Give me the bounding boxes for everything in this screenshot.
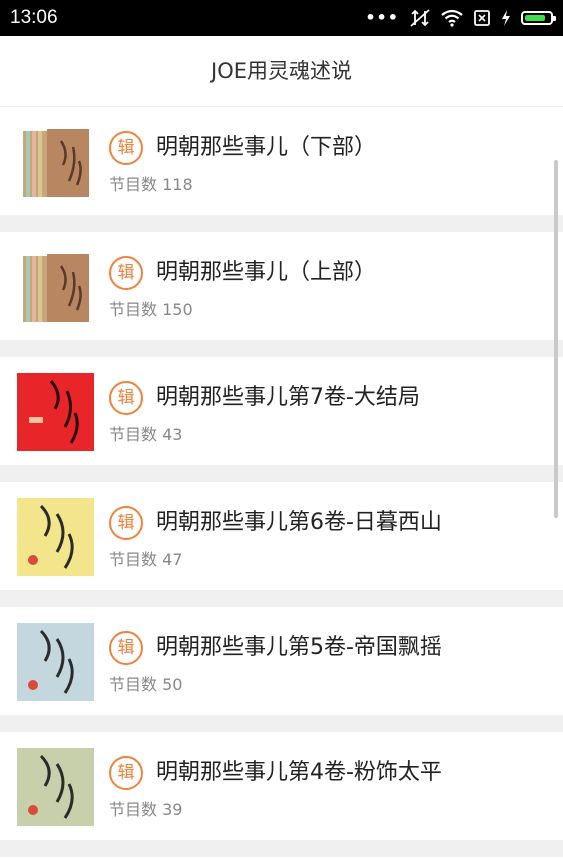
episode-count-value: 43 bbox=[162, 425, 183, 444]
album-cover bbox=[17, 373, 94, 451]
episode-count-value: 47 bbox=[162, 550, 183, 569]
episode-count: 节目数 39 bbox=[109, 799, 182, 821]
scrollbar[interactable] bbox=[554, 160, 558, 518]
album-cover bbox=[17, 498, 94, 576]
album-title: 明朝那些事儿第6卷-日暮西山 bbox=[156, 510, 442, 535]
album-badge-icon: 辑 bbox=[109, 256, 143, 290]
episode-count-value: 118 bbox=[162, 175, 193, 194]
status-icons: ••• bbox=[365, 7, 556, 29]
episode-count-label: 节目数 bbox=[109, 300, 158, 319]
album-title: 明朝那些事儿（下部） bbox=[156, 135, 377, 160]
sim-icon bbox=[474, 10, 490, 26]
battery-fill bbox=[525, 15, 545, 21]
episode-count-label: 节目数 bbox=[109, 800, 158, 819]
episode-count-value: 39 bbox=[162, 800, 183, 819]
episode-count: 节目数 43 bbox=[109, 424, 182, 446]
battery-icon bbox=[521, 11, 556, 25]
album-item[interactable]: 辑明朝那些事儿（上部） 节目数 150 bbox=[0, 232, 563, 357]
album-title: 明朝那些事儿第5卷-帝国飘摇 bbox=[156, 635, 442, 660]
album-badge-icon: 辑 bbox=[109, 506, 143, 540]
episode-count-value: 150 bbox=[162, 300, 193, 319]
episode-count-value: 50 bbox=[162, 675, 183, 694]
episode-count-label: 节目数 bbox=[109, 550, 158, 569]
album-item[interactable]: 辑明朝那些事儿第7卷-大结局节目数 43 bbox=[0, 357, 563, 482]
album-title: 明朝那些事儿第7卷-大结局 bbox=[156, 385, 420, 410]
album-item[interactable]: 辑明朝那些事儿（下部） 节目数 118 bbox=[0, 107, 563, 232]
album-item[interactable]: 辑明朝那些事儿第5卷-帝国飘摇节目数 50 bbox=[0, 607, 563, 732]
album-cover bbox=[17, 123, 94, 201]
charging-icon bbox=[502, 10, 510, 26]
episode-count: 节目数 150 bbox=[109, 299, 193, 321]
album-title: 明朝那些事儿第4卷-粉饰太平 bbox=[156, 760, 442, 785]
episode-count: 节目数 47 bbox=[109, 549, 182, 571]
album-list: 辑明朝那些事儿（下部） 节目数 118 辑明朝那些事儿（上部） 节目数 150 辑明朝那… bbox=[0, 107, 563, 857]
album-item[interactable]: 辑明朝那些事儿第6卷-日暮西山节目数 47 bbox=[0, 482, 563, 607]
album-cover bbox=[17, 623, 94, 701]
album-title: 明朝那些事儿（上部） bbox=[156, 260, 377, 285]
wifi-icon bbox=[441, 9, 463, 27]
episode-count-label: 节目数 bbox=[109, 425, 158, 444]
album-cover bbox=[17, 748, 94, 826]
album-badge-icon: 辑 bbox=[109, 631, 143, 665]
app-header: JOE用灵魂述说 bbox=[0, 36, 563, 107]
album-item[interactable]: 辑明朝那些事儿第4卷-粉饰太平节目数 39 bbox=[0, 732, 563, 857]
album-badge-icon: 辑 bbox=[109, 131, 143, 165]
album-badge-icon: 辑 bbox=[109, 756, 143, 790]
more-dots-icon: ••• bbox=[365, 8, 399, 27]
page-title: JOE用灵魂述说 bbox=[211, 59, 352, 83]
episode-count: 节目数 118 bbox=[109, 174, 193, 196]
status-time: 13:06 bbox=[10, 7, 58, 28]
episode-count-label: 节目数 bbox=[109, 175, 158, 194]
album-cover bbox=[17, 248, 94, 326]
episode-count-label: 节目数 bbox=[109, 675, 158, 694]
status-bar: 13:06 ••• bbox=[0, 0, 563, 36]
album-badge-icon: 辑 bbox=[109, 381, 143, 415]
episode-count: 节目数 50 bbox=[109, 674, 182, 696]
data-off-icon bbox=[410, 9, 430, 27]
